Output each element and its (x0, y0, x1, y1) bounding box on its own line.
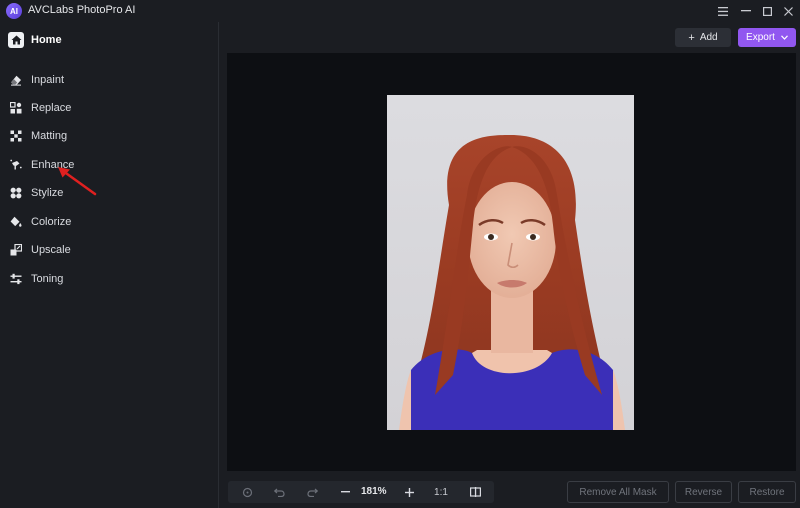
minimize-icon[interactable] (735, 2, 757, 20)
restore-button[interactable]: Restore (738, 481, 796, 503)
portrait-photo (387, 95, 634, 430)
sidebar-item-label: Colorize (31, 216, 72, 228)
brush-size-icon[interactable] (240, 484, 254, 500)
undo-icon[interactable] (272, 484, 286, 500)
zoom-out-icon[interactable] (338, 484, 352, 500)
sliders-icon (10, 273, 22, 285)
sidebar-item-label: Matting (31, 130, 68, 142)
upscale-icon (10, 244, 22, 256)
close-icon[interactable] (777, 2, 799, 20)
app-logo-icon: AI (6, 3, 22, 19)
sidebar-item-home[interactable]: Home (8, 32, 62, 48)
sidebar-item-label: Home (31, 34, 62, 46)
actual-size-button[interactable]: 1:1 (433, 484, 449, 500)
home-icon (8, 32, 24, 48)
sidebar-item-label: Upscale (31, 244, 71, 256)
sidebar-item-colorize[interactable]: Colorize (10, 214, 71, 230)
sidebar-item-replace[interactable]: Replace (10, 100, 71, 116)
remove-all-mask-label: Remove All Mask (579, 486, 657, 498)
actual-size-label: 1:1 (434, 486, 448, 498)
stylize-icon (10, 187, 22, 199)
sidebar-item-upscale[interactable]: Upscale (10, 242, 71, 258)
sidebar-item-label: Toning (31, 273, 64, 285)
zoom-level: 181% (361, 486, 387, 497)
remove-all-mask-button[interactable]: Remove All Mask (567, 481, 669, 503)
enhance-icon (10, 159, 22, 171)
reverse-label: Reverse (684, 486, 723, 498)
matting-icon (10, 130, 22, 142)
export-button-label: Export (746, 32, 775, 43)
maximize-icon[interactable] (756, 2, 778, 20)
sidebar: Home Inpaint Replace Matting Enhance Sty… (0, 22, 219, 508)
eraser-icon (10, 74, 22, 86)
sidebar-item-toning[interactable]: Toning (10, 271, 63, 287)
replace-icon (10, 102, 22, 114)
bottom-toolbar: 181% 1:1 (228, 481, 494, 503)
add-button-label: Add (699, 32, 718, 43)
menu-icon[interactable] (712, 2, 734, 20)
restore-label: Restore (749, 486, 785, 498)
reverse-button[interactable]: Reverse (675, 481, 732, 503)
title-bar: AI AVCLabs PhotoPro AI (0, 0, 800, 22)
redo-icon[interactable] (305, 484, 319, 500)
sidebar-item-inpaint[interactable]: Inpaint (10, 72, 64, 88)
zoom-in-icon[interactable] (402, 484, 416, 500)
export-button[interactable]: Export (738, 28, 796, 47)
sidebar-item-matting[interactable]: Matting (10, 128, 67, 144)
compare-icon[interactable] (468, 484, 482, 500)
bucket-icon (10, 216, 22, 228)
sidebar-item-label: Replace (31, 102, 72, 114)
sidebar-item-label: Inpaint (31, 74, 65, 86)
plus-icon: + (688, 31, 695, 44)
chevron-down-icon (781, 35, 788, 40)
annotation-arrow-icon (58, 167, 97, 196)
image-canvas[interactable] (227, 53, 796, 471)
add-button[interactable]: + Add (675, 28, 731, 47)
app-title: AVCLabs PhotoPro AI (28, 4, 136, 16)
